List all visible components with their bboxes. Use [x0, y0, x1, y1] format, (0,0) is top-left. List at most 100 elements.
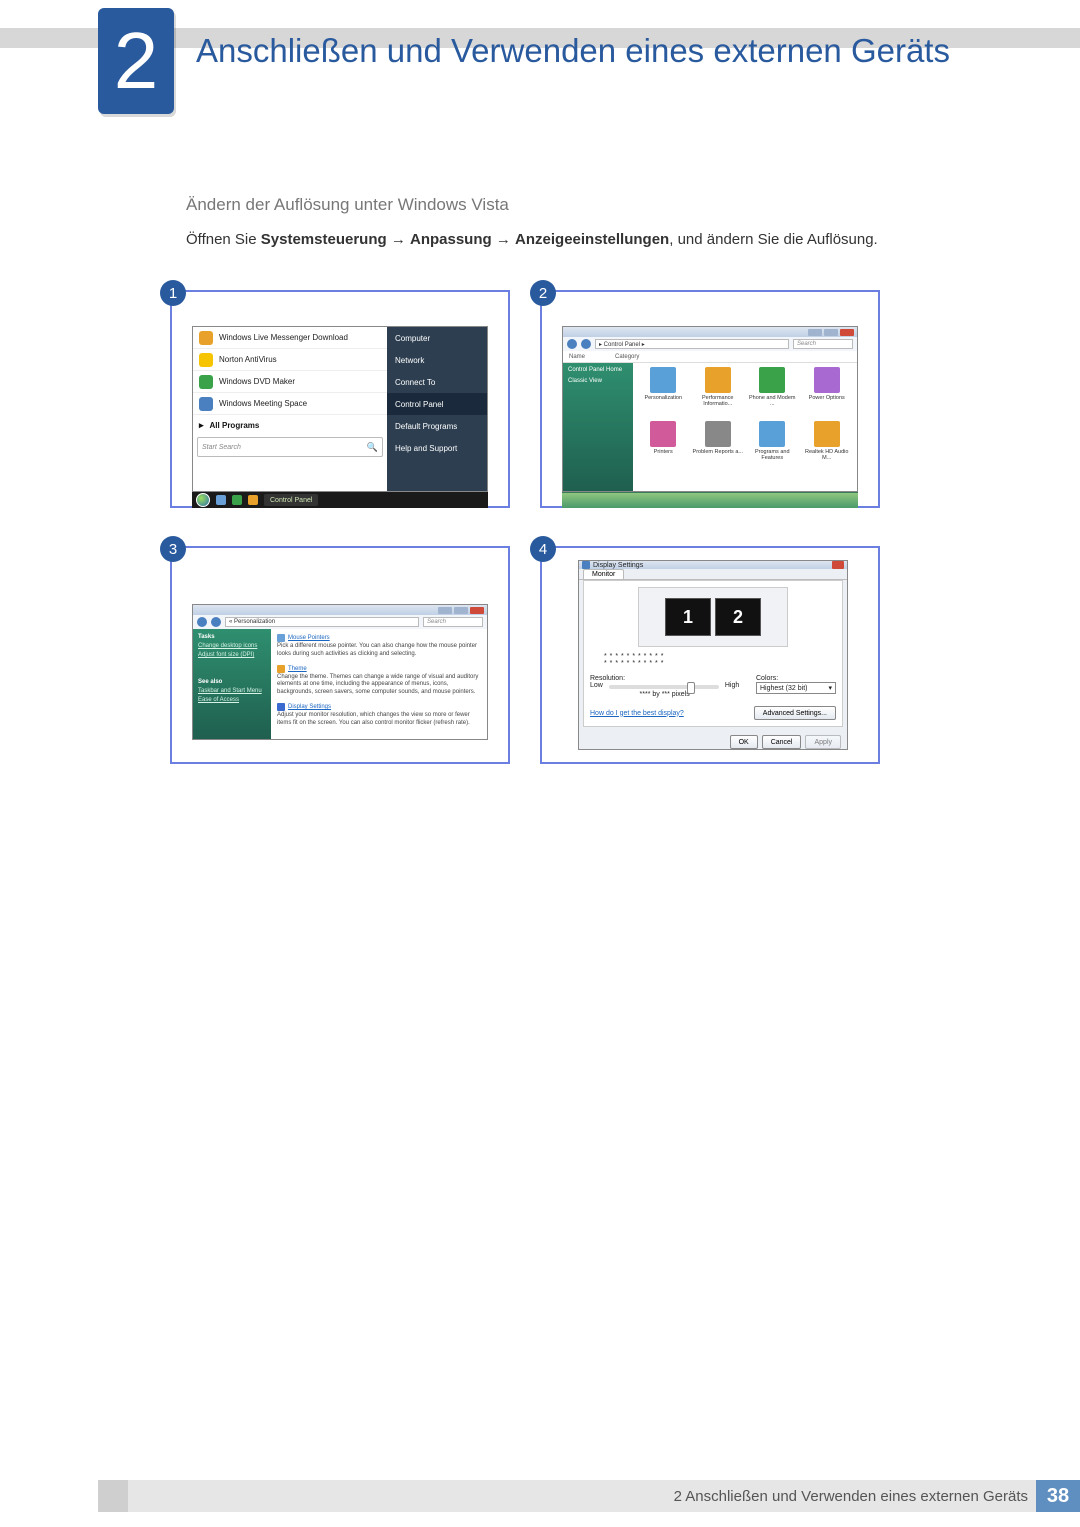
link-label: Theme: [288, 666, 307, 672]
personalization-icon: [650, 367, 676, 393]
window-titlebar: [563, 327, 857, 337]
search-input[interactable]: Search: [793, 339, 853, 349]
cp-label: Printers: [654, 449, 673, 455]
help-link[interactable]: How do I get the best display?: [590, 710, 684, 717]
apply-button[interactable]: Apply: [805, 735, 841, 749]
start-orb-icon[interactable]: [196, 493, 210, 507]
back-button-icon[interactable]: [567, 339, 577, 349]
resolution-value: **** by *** pixels: [590, 691, 739, 698]
close-button[interactable]: [470, 607, 484, 614]
display-settings-link[interactable]: Display Settings: [277, 703, 481, 711]
advanced-settings-button[interactable]: Advanced Settings...: [754, 706, 836, 720]
page-footer: 2 Anschließen und Verwenden eines extern…: [128, 1480, 1080, 1512]
cp-item[interactable]: Power Options: [801, 367, 854, 419]
places-item[interactable]: Help and Support: [387, 437, 487, 459]
instr-step-2: Anpassung: [410, 231, 492, 248]
display-icon: [582, 561, 590, 569]
cancel-button[interactable]: Cancel: [762, 735, 802, 749]
tab-monitor[interactable]: Monitor: [583, 569, 624, 579]
cp-item[interactable]: Realtek HD Audio M...: [801, 421, 854, 473]
maximize-button[interactable]: [454, 607, 468, 614]
colors-label: Colors:: [756, 675, 836, 682]
theme-desc: Change the theme. Themes can change a wi…: [277, 674, 481, 697]
col-category[interactable]: Category: [615, 354, 639, 360]
sidebar-link[interactable]: Taskbar and Start Menu: [198, 688, 266, 694]
close-button[interactable]: [832, 561, 844, 569]
monitor-preview[interactable]: 1 2: [638, 587, 788, 647]
cp-item-personalization[interactable]: Personalization: [637, 367, 690, 419]
printer-icon: [650, 421, 676, 447]
window-titlebar: [193, 605, 487, 615]
phone-icon: [759, 367, 785, 393]
taskbar-app-button[interactable]: Control Panel: [264, 494, 318, 506]
personalization-sidebar: Tasks Change desktop icons Adjust font s…: [193, 629, 271, 739]
cp-item[interactable]: Problem Reports a...: [692, 421, 745, 473]
personalization-window: « Personalization Search Tasks Change de…: [192, 604, 488, 740]
places-item[interactable]: Network: [387, 349, 487, 371]
quicklaunch-icon[interactable]: [232, 495, 242, 505]
breadcrumb[interactable]: ▸ Control Panel ▸: [595, 339, 789, 349]
quicklaunch-icon[interactable]: [248, 495, 258, 505]
display-settings-dialog: Display Settings Monitor 1 2 * * * * * *…: [578, 560, 848, 750]
minimize-button[interactable]: [808, 329, 822, 336]
maximize-button[interactable]: [824, 329, 838, 336]
start-menu-item[interactable]: Norton AntiVirus: [193, 349, 387, 371]
start-menu-item[interactable]: Windows Meeting Space: [193, 393, 387, 415]
tab-row: Monitor: [579, 569, 847, 580]
monitor-1[interactable]: 1: [665, 598, 711, 636]
sidebar-link[interactable]: Change desktop icons: [198, 643, 266, 649]
link-label: Mouse Pointers: [288, 635, 330, 641]
quicklaunch-icon[interactable]: [216, 495, 226, 505]
control-panel-icons: Personalization Performance Informatio..…: [633, 363, 857, 491]
cp-label: Power Options: [809, 395, 845, 401]
chapter-number-badge: 2: [98, 8, 174, 114]
cp-item[interactable]: Printers: [637, 421, 690, 473]
breadcrumb[interactable]: « Personalization: [225, 617, 419, 627]
colors-select[interactable]: Highest (32 bit)▾: [756, 682, 836, 694]
app-label: Windows Live Messenger Download: [219, 333, 348, 342]
body-text: Ändern der Auflösung unter Windows Vista…: [186, 195, 1000, 252]
figure-number-3: 3: [160, 536, 186, 562]
ok-button[interactable]: OK: [730, 735, 758, 749]
figure-1: 1 Windows Live Messenger Download Norton…: [170, 290, 510, 508]
colors-group: Colors: Highest (32 bit)▾: [756, 675, 836, 698]
figure-4: 4 Display Settings Monitor 1 2 * * *: [540, 546, 880, 764]
col-name[interactable]: Name: [569, 354, 585, 360]
cp-item[interactable]: Performance Informatio...: [692, 367, 745, 419]
chapter-title: Anschließen und Verwenden eines externen…: [196, 32, 1020, 70]
start-search-input[interactable]: Start Search: [197, 437, 383, 457]
audio-icon: [814, 421, 840, 447]
mouse-pointers-link[interactable]: Mouse Pointers: [277, 634, 481, 642]
theme-link[interactable]: Theme: [277, 665, 481, 673]
sidebar-link[interactable]: Ease of Access: [198, 697, 266, 703]
back-button-icon[interactable]: [197, 617, 207, 627]
mouse-icon: [277, 634, 285, 642]
sidebar-link[interactable]: Classic View: [568, 378, 628, 384]
theme-icon: [277, 665, 285, 673]
caption-line-1: * * * * * * * * * * *: [604, 653, 836, 660]
figure-number-4: 4: [530, 536, 556, 562]
places-item[interactable]: Connect To: [387, 371, 487, 393]
start-menu-item[interactable]: Windows DVD Maker: [193, 371, 387, 393]
cp-item[interactable]: Phone and Modem ...: [746, 367, 799, 419]
close-button[interactable]: [840, 329, 854, 336]
forward-button-icon[interactable]: [211, 617, 221, 627]
minimize-button[interactable]: [438, 607, 452, 614]
cp-item[interactable]: Programs and Features: [746, 421, 799, 473]
programs-icon: [759, 421, 785, 447]
sidebar-link[interactable]: Control Panel Home: [568, 367, 628, 373]
monitor-2[interactable]: 2: [715, 598, 761, 636]
places-item[interactable]: Default Programs: [387, 415, 487, 437]
resolution-slider[interactable]: [609, 685, 719, 689]
start-menu-item[interactable]: Windows Live Messenger Download: [193, 327, 387, 349]
places-item-control-panel[interactable]: Control Panel: [387, 393, 487, 415]
address-bar: « Personalization Search: [193, 615, 487, 629]
search-input[interactable]: Search: [423, 617, 483, 627]
places-item[interactable]: Computer: [387, 327, 487, 349]
chevron-down-icon: ▾: [828, 684, 832, 692]
all-programs[interactable]: All Programs: [193, 415, 387, 435]
app-label: Windows DVD Maker: [219, 377, 295, 386]
app-icon: [199, 331, 213, 345]
forward-button-icon[interactable]: [581, 339, 591, 349]
sidebar-link[interactable]: Adjust font size (DPI): [198, 652, 266, 658]
